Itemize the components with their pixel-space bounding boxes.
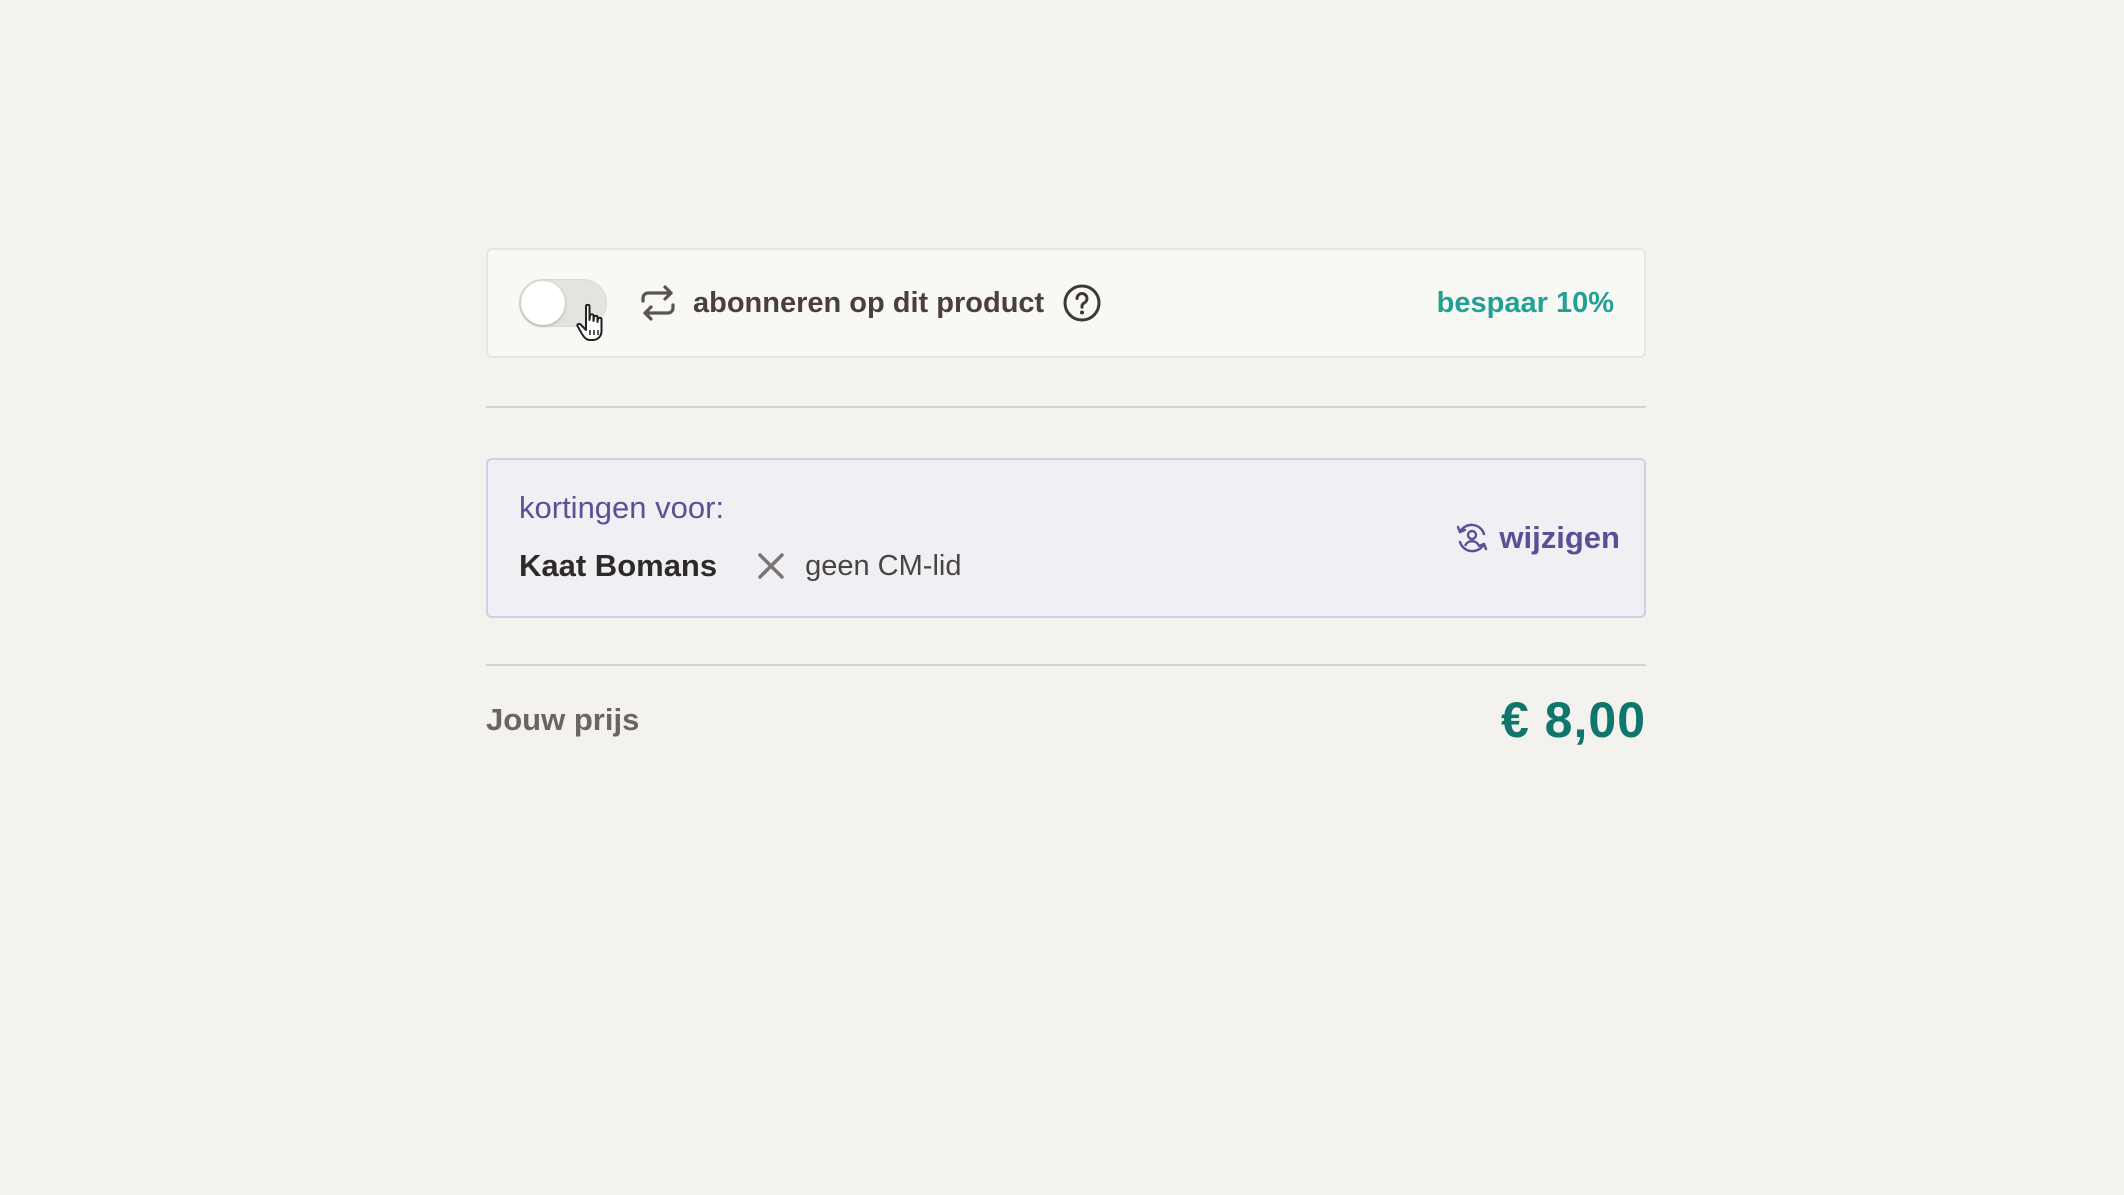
subscription-card: abonneren op dit product bespaar 10% [486,248,1646,358]
divider [486,664,1646,666]
help-icon[interactable] [1062,283,1102,323]
divider [486,406,1646,408]
subscription-label: abonneren op dit product [693,286,1045,319]
member-status: geen CM-lid [805,549,962,582]
price-label: Jouw prijs [486,702,640,737]
savings-badge: bespaar 10% [1436,286,1614,319]
discount-person-row: Kaat Bomans geen CM-lid [519,548,961,584]
close-icon [758,553,784,579]
person-name: Kaat Bomans [519,548,718,583]
repeat-icon [641,285,675,321]
discount-card: kortingen voor: Kaat Bomans geen CM-lid … [486,458,1646,618]
user-sync-icon [1457,523,1488,553]
change-label[interactable]: wijzigen [1499,520,1620,556]
price-row: Jouw prijs € 8,00 [486,690,1646,750]
change-button[interactable]: wijzigen [1455,520,1620,556]
hand-pointer-icon [576,303,603,341]
discount-title: kortingen voor: [519,490,725,525]
subscription-toggle[interactable] [519,279,607,341]
toggle-knob[interactable] [521,281,565,325]
price-value: € 8,00 [1500,692,1646,748]
